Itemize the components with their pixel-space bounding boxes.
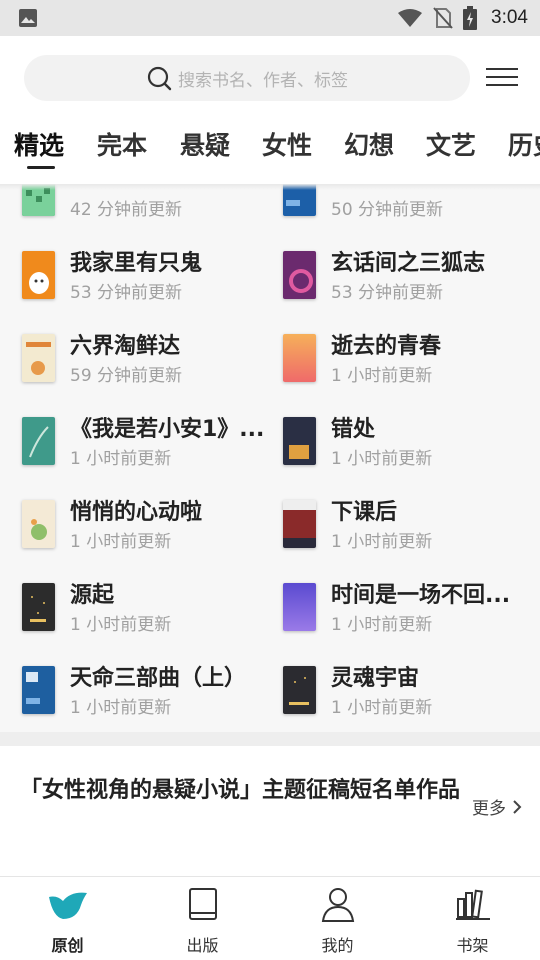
book-title: 悄悄的心动啦: [70, 500, 203, 525]
book-cover: [283, 184, 316, 216]
book-cover: [22, 666, 55, 714]
bookshelf-icon: [456, 889, 490, 920]
search-input[interactable]: 搜索书名、作者、标签: [24, 55, 470, 101]
book-updated: 1 小时前更新: [70, 615, 172, 635]
more-link[interactable]: 更多: [472, 794, 522, 819]
book-item[interactable]: 我家里有只鬼 53 分钟前更新: [22, 251, 272, 311]
topic-section: 「女性视角的悬疑小说」主题征稿短名单作品 更多: [0, 746, 540, 876]
book-cover: [22, 417, 55, 465]
book-item[interactable]: 逝去的青春 1 小时前更新: [283, 334, 533, 394]
book-item[interactable]: 50 分钟前更新: [283, 184, 533, 228]
tab-jingxuan[interactable]: 精选: [14, 126, 64, 162]
book-updated: 1 小时前更新: [331, 532, 433, 552]
book-title: 灵魂宇宙: [331, 666, 420, 691]
book-cover: [22, 184, 55, 216]
book-updated: 1 小时前更新: [331, 449, 433, 469]
wifi-icon: [398, 9, 423, 27]
book-cover: [283, 334, 316, 382]
book-title: 六界淘鲜达: [70, 334, 181, 359]
book-cover: [22, 334, 55, 382]
book-cover: [283, 583, 316, 631]
book-title: 我家里有只鬼: [70, 251, 203, 276]
book-updated: 50 分钟前更新: [331, 200, 444, 220]
book-item[interactable]: 悄悄的心动啦 1 小时前更新: [22, 500, 272, 560]
search-row: 搜索书名、作者、标签: [0, 36, 540, 120]
bird-icon: [49, 892, 87, 919]
book-updated: 53 分钟前更新: [331, 283, 444, 303]
book-title: 时间是一场不回...: [331, 583, 511, 608]
book-icon: [189, 888, 217, 920]
book-cover: [283, 251, 316, 299]
nav-publish[interactable]: 出版: [135, 877, 270, 960]
category-tabs: 精选 完本 悬疑 女性 幻想 文艺 历史: [0, 120, 540, 184]
bottom-nav: 原创 出版 我的 书架: [0, 876, 540, 960]
book-updated: 1 小时前更新: [331, 698, 433, 718]
nav-label: 我的: [321, 936, 354, 955]
book-updated: 1 小时前更新: [70, 532, 172, 552]
book-updated: 1 小时前更新: [70, 449, 172, 469]
book-updated: 42 分钟前更新: [70, 200, 183, 220]
menu-icon[interactable]: [486, 68, 518, 90]
book-cover: [22, 500, 55, 548]
battery-charging-icon: [463, 6, 478, 30]
book-updated: 53 分钟前更新: [70, 283, 183, 303]
book-title: 错处: [331, 417, 376, 442]
book-item[interactable]: 42 分钟前更新: [22, 184, 272, 228]
nav-original[interactable]: 原创: [0, 877, 135, 960]
clock: 3:04: [491, 7, 528, 28]
tab-nvxing[interactable]: 女性: [262, 126, 312, 162]
book-cover: [283, 666, 316, 714]
tab-huanxiang[interactable]: 幻想: [344, 126, 394, 162]
book-cover: [283, 417, 316, 465]
active-tab-indicator: [27, 166, 55, 169]
book-title: 源起: [70, 583, 115, 608]
book-title: 《我是若小安1》...: [70, 417, 265, 442]
image-icon: [19, 9, 37, 27]
search-placeholder: 搜索书名、作者、标签: [178, 70, 348, 91]
book-item[interactable]: 六界淘鲜达 59 分钟前更新: [22, 334, 272, 394]
book-item[interactable]: 天命三部曲（上） 1 小时前更新: [22, 666, 272, 726]
book-item[interactable]: 错处 1 小时前更新: [283, 417, 533, 477]
tab-xuanyi[interactable]: 悬疑: [180, 126, 230, 162]
book-cover: [283, 500, 316, 548]
more-label: 更多: [472, 799, 506, 819]
book-item[interactable]: 时间是一场不回... 1 小时前更新: [283, 583, 533, 643]
nav-label: 出版: [186, 936, 219, 955]
book-list: 42 分钟前更新 50 分钟前更新 我家里有只鬼 53 分钟前更新 玄话间之三狐…: [0, 184, 540, 732]
book-title: 玄话间之三狐志: [331, 251, 486, 276]
tab-wanben[interactable]: 完本: [97, 126, 147, 162]
nav-label: 原创: [51, 936, 84, 955]
book-item[interactable]: 灵魂宇宙 1 小时前更新: [283, 666, 533, 726]
book-updated: 1 小时前更新: [70, 698, 172, 718]
book-cover: [22, 583, 55, 631]
book-cover: [22, 251, 55, 299]
nav-bookshelf[interactable]: 书架: [405, 877, 540, 960]
book-updated: 1 小时前更新: [331, 615, 433, 635]
tab-lishi[interactable]: 历史: [508, 126, 540, 162]
book-title: 下课后: [331, 500, 398, 525]
person-icon: [321, 888, 355, 922]
no-sim-icon: [433, 7, 453, 29]
search-icon: [147, 66, 172, 91]
nav-mine[interactable]: 我的: [270, 877, 405, 960]
section-title: 「女性视角的悬疑小说」主题征稿短名单作品: [20, 778, 461, 803]
nav-label: 书架: [456, 936, 489, 955]
book-updated: 59 分钟前更新: [70, 366, 183, 386]
book-title: 逝去的青春: [331, 334, 442, 359]
section-divider: [0, 732, 540, 746]
book-title: 天命三部曲（上）: [70, 666, 247, 691]
chevron-right-icon: [513, 799, 522, 814]
book-item[interactable]: 《我是若小安1》... 1 小时前更新: [22, 417, 272, 477]
book-item[interactable]: 下课后 1 小时前更新: [283, 500, 533, 560]
tab-wenyi[interactable]: 文艺: [426, 126, 476, 162]
book-item[interactable]: 玄话间之三狐志 53 分钟前更新: [283, 251, 533, 311]
status-bar: 3:04: [0, 0, 540, 36]
book-item[interactable]: 源起 1 小时前更新: [22, 583, 272, 643]
book-updated: 1 小时前更新: [331, 366, 433, 386]
